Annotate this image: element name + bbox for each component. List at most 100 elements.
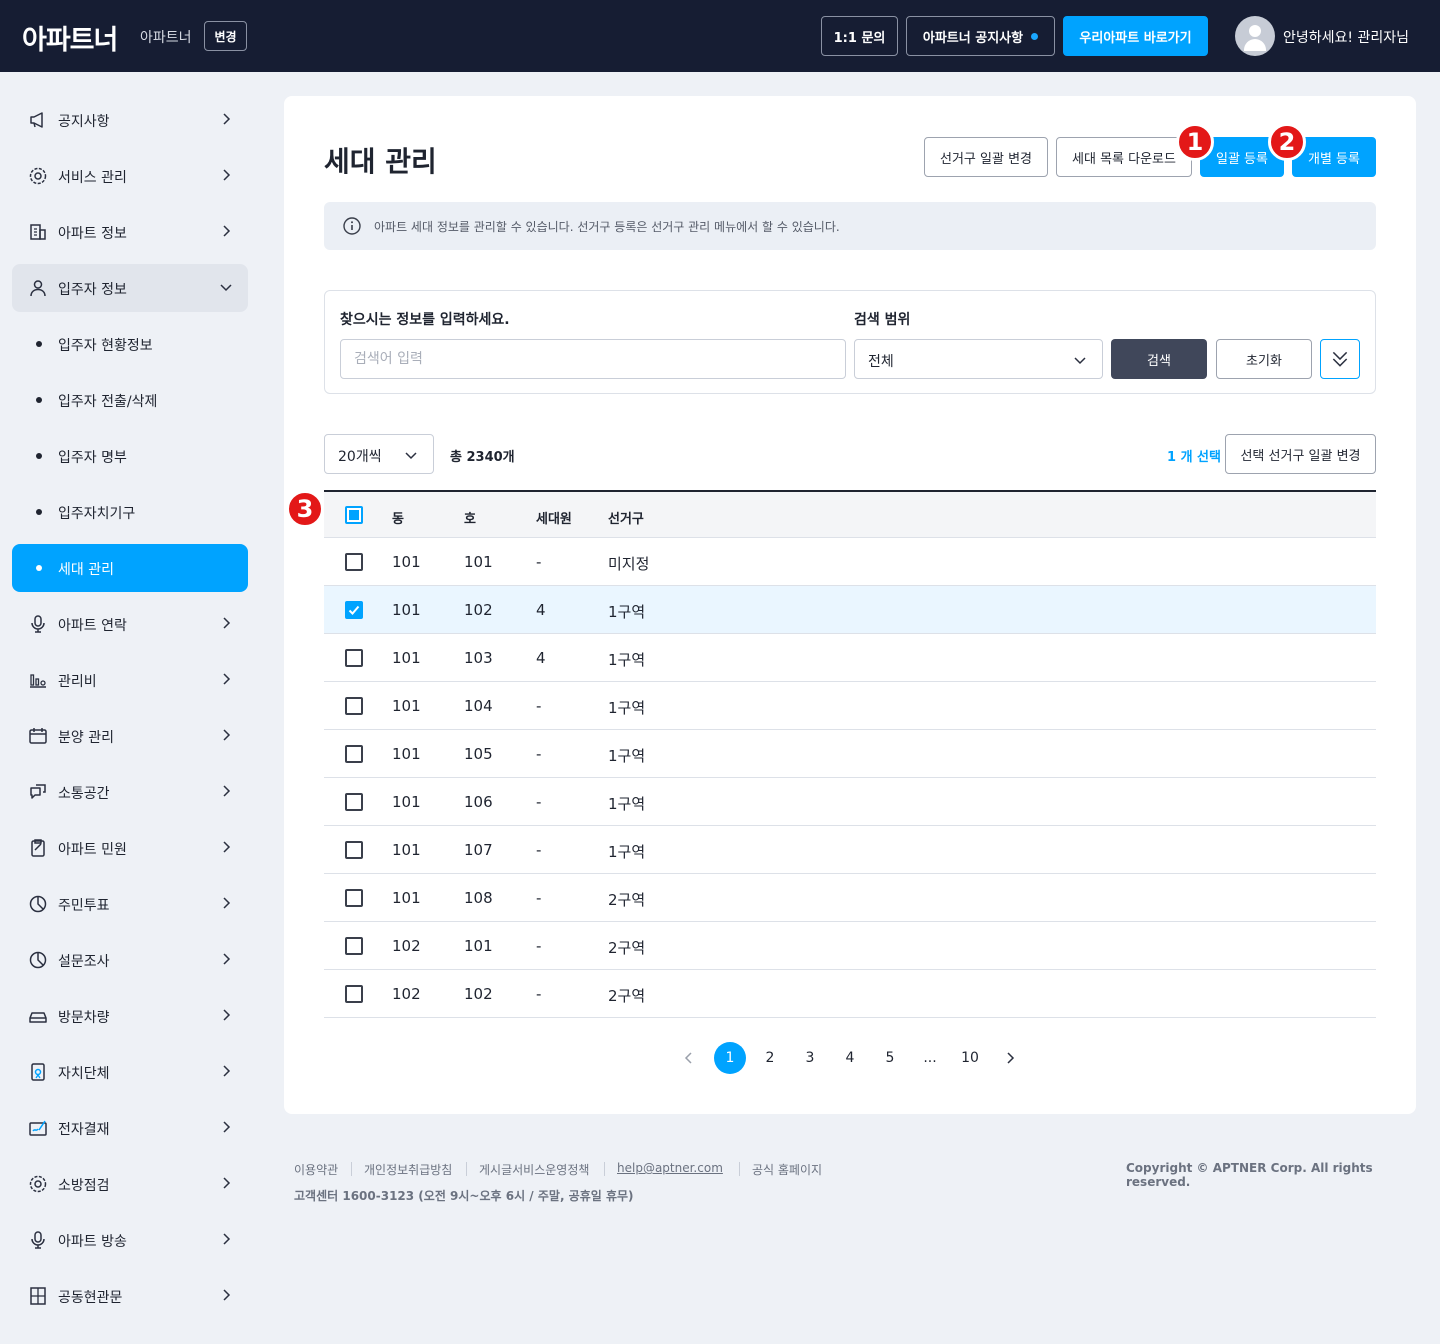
search-input[interactable]: [340, 339, 846, 379]
search-scope-select[interactable]: 전체: [854, 339, 1103, 379]
door-icon: [30, 1287, 46, 1305]
sidebar-item-visitor-car[interactable]: 방문차량: [12, 992, 248, 1040]
sidebar-subitem-resident-moveout[interactable]: 입주자 전출/삭제: [12, 376, 248, 424]
sidebar-item-community[interactable]: 소통공간: [12, 768, 248, 816]
cell-members: -: [536, 553, 542, 571]
row-checkbox[interactable]: [345, 553, 363, 571]
sidebar-subitem-resident-registry[interactable]: 입주자 명부: [12, 432, 248, 480]
sidebar-item-fire-inspection[interactable]: 소방점검: [12, 1160, 248, 1208]
apartment-name: 아파트너: [140, 30, 192, 46]
cell-district: 2구역: [608, 939, 646, 957]
table-row[interactable]: 101 104 - 1구역: [324, 682, 1376, 730]
notice-label: 아파트너 공지사항: [922, 30, 1024, 46]
sidebar-item-fee[interactable]: 관리비: [12, 656, 248, 704]
column-header-dong[interactable]: 동: [392, 508, 404, 527]
sidebar-subitem-household[interactable]: 세대 관리: [12, 544, 248, 592]
cell-district: 1구역: [608, 747, 646, 765]
prev-page-icon[interactable]: [681, 1050, 697, 1066]
cell-members: -: [536, 937, 542, 955]
table-row[interactable]: 101 106 - 1구역: [324, 778, 1376, 826]
row-checkbox[interactable]: [345, 601, 363, 619]
page-button-10[interactable]: 10: [954, 1042, 986, 1074]
page-button-1[interactable]: 1: [714, 1042, 746, 1074]
cell-dong: 101: [392, 601, 421, 619]
page-button-4[interactable]: 4: [834, 1042, 866, 1074]
footer-link-privacy[interactable]: 개인정보취급방침: [364, 1161, 452, 1178]
footer-link-homepage[interactable]: 공식 홈페이지: [752, 1161, 822, 1178]
sidebar-item-autonomy[interactable]: 자치단체: [12, 1048, 248, 1096]
change-apartment-button[interactable]: 변경: [204, 21, 247, 51]
chat-icon: [30, 784, 46, 799]
download-list-button[interactable]: 세대 목록 다운로드: [1056, 137, 1192, 177]
table-row[interactable]: 102 102 - 2구역: [324, 970, 1376, 1018]
bullet-icon: [36, 341, 42, 347]
reset-button[interactable]: 초기화: [1216, 339, 1312, 379]
expand-filter-button[interactable]: [1320, 339, 1360, 379]
row-checkbox[interactable]: [345, 697, 363, 715]
cell-dong: 101: [392, 745, 421, 763]
sidebar-item-resident-info[interactable]: 입주자 정보: [12, 264, 248, 312]
chevron-right-icon: [223, 785, 231, 797]
table-row[interactable]: 101 103 4 1구역: [324, 634, 1376, 682]
cell-ho: 103: [464, 649, 493, 667]
column-header-ho[interactable]: 호: [464, 508, 476, 527]
sidebar-subitem-resident-status[interactable]: 입주자 현황정보: [12, 320, 248, 368]
bullet-icon: [36, 565, 42, 571]
chevron-right-icon: [223, 1289, 231, 1301]
page-button-3[interactable]: 3: [794, 1042, 826, 1074]
cell-dong: 101: [392, 889, 421, 907]
sidebar-item-entrance-door[interactable]: 공동현관문: [12, 1272, 248, 1320]
table-row[interactable]: 101 107 - 1구역: [324, 826, 1376, 874]
chevron-right-icon: [223, 1009, 231, 1021]
sidebar-item-broadcast[interactable]: 아파트 방송: [12, 1216, 248, 1264]
table-row[interactable]: 101 101 - 미지정: [324, 538, 1376, 586]
sidebar-item-vote[interactable]: 주민투표: [12, 880, 248, 928]
row-checkbox[interactable]: [345, 889, 363, 907]
row-checkbox[interactable]: [345, 745, 363, 763]
row-checkbox[interactable]: [345, 649, 363, 667]
sidebar-item-label: 입주자 전출/삭제: [58, 394, 158, 410]
avatar[interactable]: [1235, 16, 1275, 56]
column-header-members[interactable]: 세대원: [536, 508, 572, 527]
next-page-icon[interactable]: [1002, 1050, 1018, 1066]
footer-link-email[interactable]: help@aptner.com: [617, 1161, 723, 1175]
sidebar-item-sale[interactable]: 분양 관리: [12, 712, 248, 760]
table-row[interactable]: 101 105 - 1구역: [324, 730, 1376, 778]
notice-button[interactable]: 아파트너 공지사항: [906, 16, 1055, 56]
sidebar-item-complaint[interactable]: 아파트 민원: [12, 824, 248, 872]
sidebar-item-notice[interactable]: 공지사항: [12, 96, 248, 144]
sidebar-item-contact[interactable]: 아파트 연락: [12, 600, 248, 648]
check-icon: [348, 605, 360, 615]
cell-ho: 102: [464, 985, 493, 1003]
sidebar-item-survey[interactable]: 설문조사: [12, 936, 248, 984]
sidebar-item-service[interactable]: 서비스 관리: [12, 152, 248, 200]
sidebar-subitem-resident-council[interactable]: 입주자치기구: [12, 488, 248, 536]
table-row[interactable]: 102 101 - 2구역: [324, 922, 1376, 970]
table-row[interactable]: 101 102 4 1구역: [324, 586, 1376, 634]
per-page-select[interactable]: 20개씩: [324, 434, 434, 474]
inquiry-button[interactable]: 1:1 문의: [821, 16, 898, 56]
column-header-district[interactable]: 선거구: [608, 508, 644, 527]
page-button-2[interactable]: 2: [754, 1042, 786, 1074]
sign-icon: [29, 1120, 47, 1136]
select-all-checkbox[interactable]: [345, 506, 363, 524]
sidebar-item-apartment-info[interactable]: 아파트 정보: [12, 208, 248, 256]
row-checkbox[interactable]: [345, 793, 363, 811]
car-icon: [29, 1012, 47, 1023]
row-checkbox[interactable]: [345, 985, 363, 1003]
app-logo[interactable]: 아파트너: [22, 18, 118, 57]
footer-link-terms[interactable]: 이용약관: [294, 1161, 338, 1178]
footer-link-post-policy[interactable]: 게시글서비스운영정책: [479, 1161, 589, 1178]
page-button-5[interactable]: 5: [874, 1042, 906, 1074]
district-bulk-change-button[interactable]: 선거구 일괄 변경: [924, 137, 1048, 177]
row-checkbox[interactable]: [345, 841, 363, 859]
cell-members: -: [536, 745, 542, 763]
row-checkbox[interactable]: [345, 937, 363, 955]
chevron-down-icon: [1074, 357, 1086, 365]
search-button[interactable]: 검색: [1111, 339, 1207, 379]
table-row[interactable]: 101 108 - 2구역: [324, 874, 1376, 922]
selected-district-change-button[interactable]: 선택 선거구 일괄 변경: [1225, 434, 1376, 474]
greeting-text: 안녕하세요! 관리자님: [1283, 30, 1409, 46]
sidebar-item-approval[interactable]: 전자결재: [12, 1104, 248, 1152]
go-my-apartment-button[interactable]: 우리아파트 바로가기: [1063, 16, 1208, 56]
